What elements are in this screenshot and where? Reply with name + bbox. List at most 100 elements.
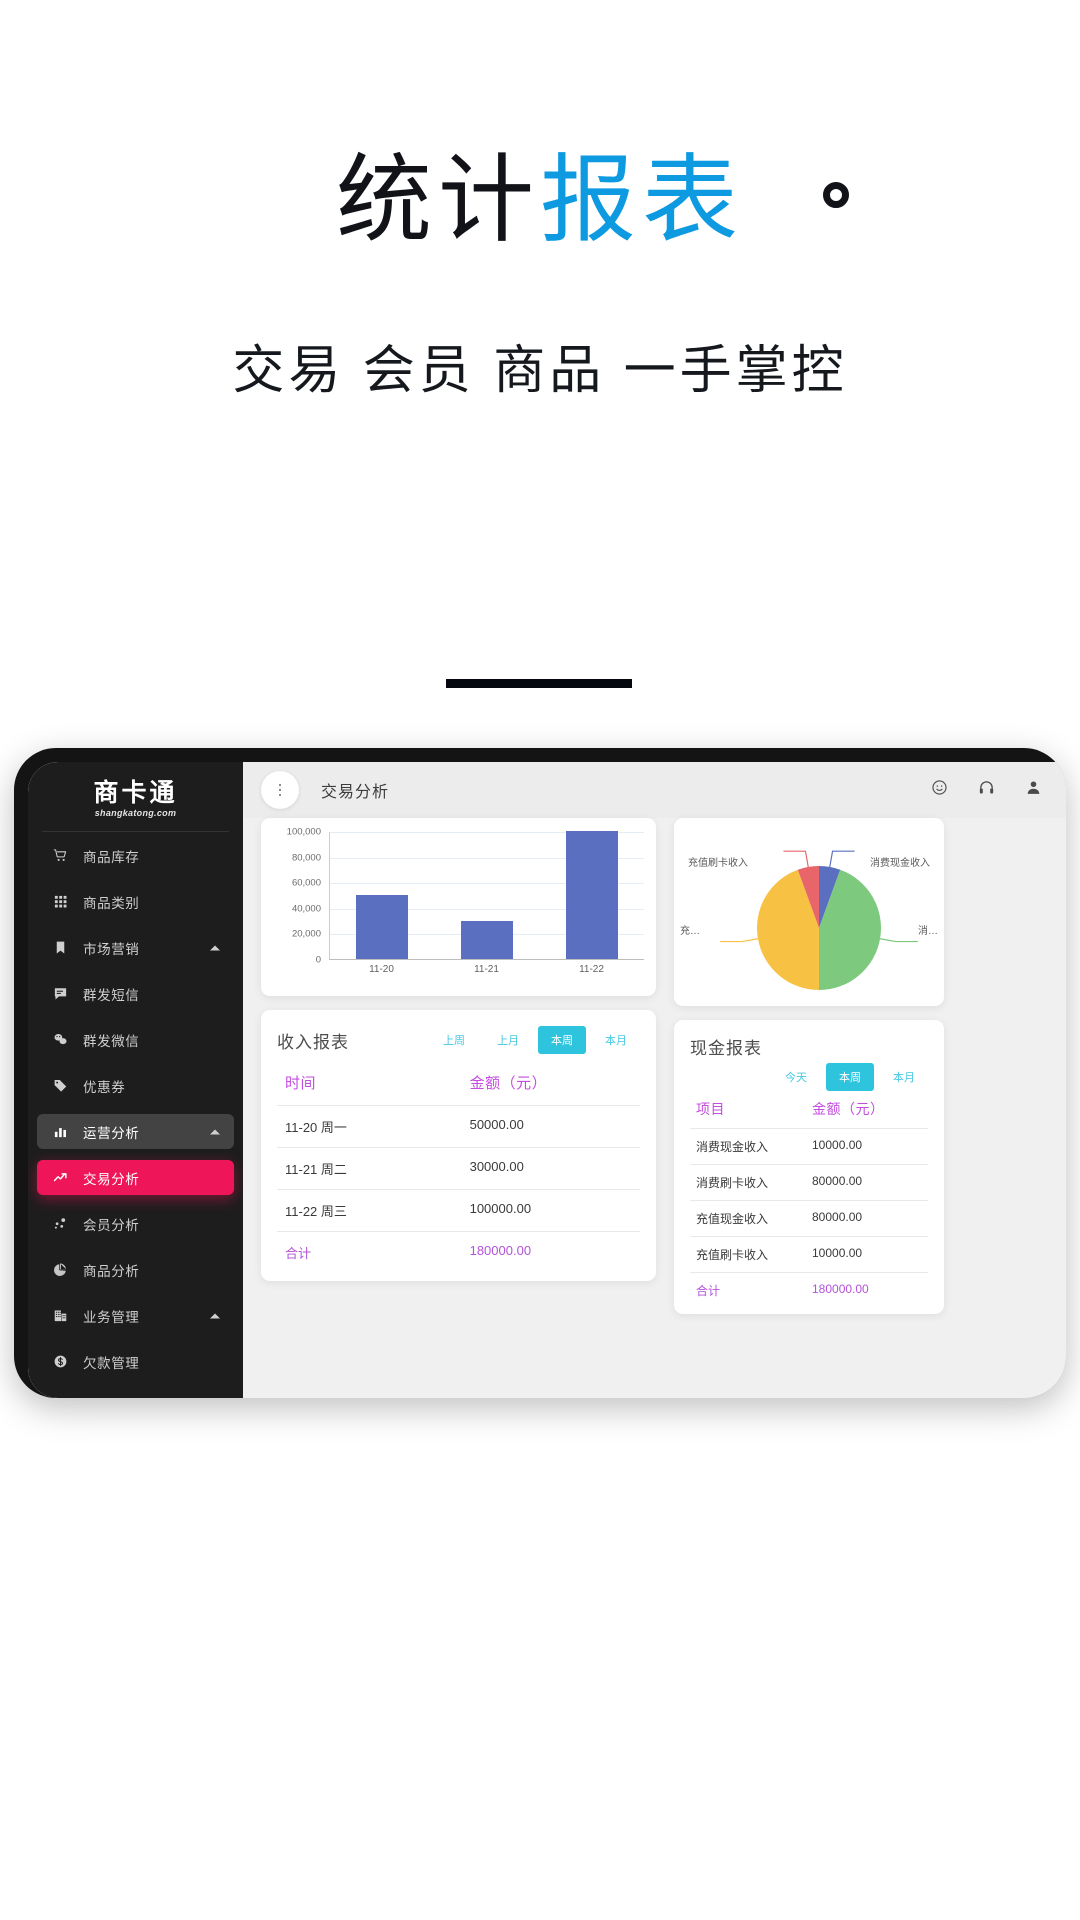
smiley-icon[interactable]	[931, 779, 948, 801]
x-tick-label: 11-20	[369, 964, 394, 975]
cell-label: 11-21 周二	[285, 1162, 347, 1177]
scatter-icon	[47, 1216, 73, 1231]
bar-slot	[539, 831, 644, 959]
sidebar-item-label: 市场营销	[83, 941, 140, 957]
sidebar-item-10[interactable]: 商品分析	[37, 1252, 234, 1287]
cash-total-value: 180000.00	[812, 1282, 869, 1296]
tab-本周[interactable]: 本周	[538, 1026, 586, 1054]
sidebar-item-label: 运营分析	[83, 1125, 140, 1141]
topbar-title: 交易分析	[321, 784, 390, 801]
sidebar-item-8[interactable]: 交易分析	[37, 1160, 234, 1195]
main-content: 交易分析 0 20,000 40,000 60,000 80,000 100,0…	[243, 762, 1066, 1398]
headset-icon[interactable]	[978, 779, 995, 801]
column-header-item: 项目	[696, 1101, 725, 1117]
cash-report-rows: 消费现金收入 10000.00 消费刷卡收入 80000.00 充值现金收入 80000.…	[690, 1128, 928, 1272]
app-logo[interactable]: 商卡通 shangkatong.com	[42, 766, 229, 832]
more-vertical-icon[interactable]	[261, 771, 299, 809]
dollar-icon	[47, 1354, 73, 1369]
sidebar-item-label: 商品库存	[83, 849, 140, 865]
building-icon	[47, 1308, 73, 1323]
x-tick-label: 11-22	[579, 964, 604, 975]
cell-label: 充值现金收入	[696, 1212, 769, 1226]
sidebar-item-4[interactable]: 群发短信	[37, 976, 234, 1011]
app-logo-text: 商卡通	[93, 777, 178, 807]
column-header-amount: 金额（元）	[812, 1101, 885, 1117]
bar-chart-bars	[330, 831, 644, 959]
tab-本周[interactable]: 本周	[826, 1063, 874, 1091]
pie-callout-line	[720, 938, 759, 943]
more-dots	[278, 783, 282, 797]
tab-上周[interactable]: 上周	[430, 1026, 478, 1054]
bar-chart-y-axis: 0 20,000 40,000 60,000 80,000 100,000	[273, 827, 327, 966]
bar[interactable]	[565, 831, 618, 959]
bar[interactable]	[461, 920, 513, 959]
pie-label-recharge-card: 充值刷卡收入	[688, 858, 748, 869]
tab-本月[interactable]: 本月	[880, 1063, 928, 1091]
y-tick-label: 80,000	[291, 852, 321, 864]
cart-icon	[47, 848, 73, 863]
bar-chart-plot-area	[329, 831, 644, 960]
cell-label: 11-22 周三	[285, 1204, 347, 1219]
income-report-title: 收入报表	[277, 1032, 349, 1052]
chevron-up-icon[interactable]	[210, 1129, 220, 1134]
pie-callout-line	[829, 850, 855, 868]
sidebar-item-1[interactable]: 商品库存	[37, 838, 234, 873]
tab-本月[interactable]: 本月	[592, 1026, 640, 1054]
chevron-up-icon[interactable]	[210, 1313, 220, 1318]
y-tick-label: 20,000	[291, 928, 321, 940]
bar-slot	[435, 832, 540, 959]
cash-total-label: 合计	[696, 1284, 721, 1298]
bar-slot	[330, 832, 435, 959]
cash-report-columns: 项目 金额（元）	[690, 1097, 928, 1128]
chevron-up-icon[interactable]	[210, 945, 220, 950]
page-title: 统计报表	[0, 148, 1080, 254]
table-row: 11-22 周三 100000.00	[277, 1189, 640, 1231]
sidebar-item-label: 商品类别	[83, 895, 140, 911]
sidebar-item-label: 业务管理	[83, 1309, 140, 1325]
device-screen: 商卡通 shangkatong.com 商品库存商品类别市场营销群发短信群发微信…	[28, 762, 1066, 1398]
table-row: 充值刷卡收入 10000.00	[690, 1236, 928, 1272]
cell-value: 80000.00	[812, 1174, 863, 1188]
cell-label: 充值刷卡收入	[696, 1248, 769, 1262]
page-title-dark: 统计	[336, 147, 540, 254]
bar[interactable]	[356, 895, 409, 959]
column-header-time: 时间	[285, 1075, 317, 1092]
sidebar-item-11[interactable]: 业务管理	[37, 1298, 234, 1333]
cell-value: 10000.00	[812, 1138, 863, 1152]
hero-divider	[446, 679, 632, 688]
sidebar-item-label: 会员分析	[83, 1217, 140, 1233]
sidebar-item-9[interactable]: 会员分析	[37, 1206, 234, 1241]
sidebar-item-5[interactable]: 群发微信	[37, 1022, 234, 1057]
income-total-value: 180000.00	[469, 1243, 532, 1258]
cell-value: 100000.00	[469, 1201, 532, 1216]
tab-上月[interactable]: 上月	[484, 1026, 532, 1054]
bar-chart-x-axis: 11-20 11-21 11-22	[329, 964, 644, 975]
sidebar-item-label: 交易分析	[83, 1171, 140, 1187]
y-tick-label: 0	[315, 954, 321, 966]
bar-chart-icon	[47, 1124, 73, 1139]
sidebar-item-3[interactable]: 市场营销	[37, 930, 234, 965]
decorative-ring-icon	[823, 182, 849, 208]
cash-report-total-row: 合计 180000.00	[690, 1272, 928, 1308]
tab-今天[interactable]: 今天	[772, 1063, 820, 1091]
sidebar: 商卡通 shangkatong.com 商品库存商品类别市场营销群发短信群发微信…	[28, 762, 243, 1398]
page-title-accent: 报表	[540, 147, 744, 254]
cash-report-header: 现金报表 今天 本周 本月	[674, 1020, 944, 1091]
sidebar-item-6[interactable]: 优惠券	[37, 1068, 234, 1103]
tag-icon	[47, 1078, 73, 1093]
pie-label-recharge-cash: 充…	[680, 926, 700, 937]
income-total-label: 合计	[285, 1246, 312, 1261]
sidebar-item-label: 群发短信	[83, 987, 140, 1003]
y-tick-label: 40,000	[291, 903, 321, 915]
sidebar-item-2[interactable]: 商品类别	[37, 884, 234, 919]
bar-chart: 0 20,000 40,000 60,000 80,000 100,000 11-20 11…	[273, 827, 644, 988]
cell-value: 10000.00	[812, 1246, 863, 1260]
bar-chart-card: 0 20,000 40,000 60,000 80,000 100,000 11-20 11…	[261, 818, 656, 996]
income-report-columns: 时间 金额（元）	[277, 1068, 640, 1105]
cell-label: 11-20 周一	[285, 1120, 347, 1135]
pie-callout-line	[879, 938, 918, 943]
sidebar-item-label: 群发微信	[83, 1033, 140, 1049]
person-icon[interactable]	[1025, 779, 1042, 801]
sidebar-item-7[interactable]: 运营分析	[37, 1114, 234, 1149]
sidebar-item-12[interactable]: 欠款管理	[37, 1344, 234, 1379]
